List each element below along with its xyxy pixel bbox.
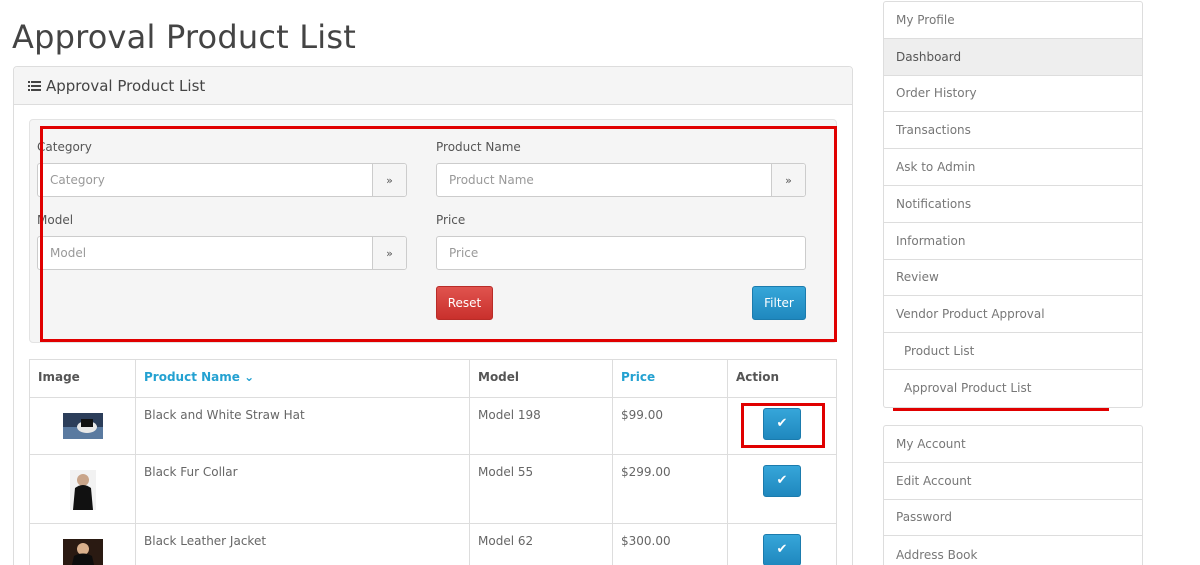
check-icon: ✔ [776,473,788,488]
hat-thumbnail[interactable] [62,413,103,439]
double-chevron-down-icon[interactable]: » [372,164,406,196]
approve-button[interactable]: ✔ [763,408,801,440]
product-model: Model 62 [469,523,613,565]
sidebar-item-review[interactable]: Review [884,260,1142,297]
category-placeholder: Category [50,173,105,187]
filter-button[interactable]: Filter [752,286,806,320]
sidebar-item-transactions[interactable]: Transactions [884,112,1142,150]
double-chevron-down-icon[interactable]: » [771,164,805,196]
product-name: Black Leather Jacket [135,523,470,565]
table-row: Black Leather Jacket Model 62 $300.00 ✔ [29,523,837,565]
sidebar-item-approval-product-list[interactable]: Approval Product List [884,370,1142,407]
price-placeholder: Price [449,246,479,260]
product-model: Model 198 [469,397,613,455]
product-price: $299.00 [612,454,728,524]
model-placeholder: Model [50,246,87,260]
leather-jacket-thumbnail[interactable] [62,539,103,565]
sidebar-item-information[interactable]: Information [884,223,1142,260]
fur-collar-thumbnail[interactable] [69,470,96,510]
product-model: Model 55 [469,454,613,524]
sidebar-item-password[interactable]: Password [884,500,1142,537]
model-select[interactable]: Model » [37,236,407,270]
product-name-placeholder: Product Name [449,173,534,187]
col-product-name-label[interactable]: Product Name [144,370,240,384]
approve-button[interactable]: ✔ [763,534,801,565]
action-cell: ✔ [727,454,837,524]
double-chevron-down-icon[interactable]: » [372,237,406,269]
sidebar-item-edit-account[interactable]: Edit Account [884,463,1142,500]
page-title: Approval Product List [12,18,356,56]
sidebar-item-order-history[interactable]: Order History [884,76,1142,113]
sidebar-item-dashboard[interactable]: Dashboard [884,38,1142,76]
filter-form: Category Category » Product Name Product… [29,119,837,343]
action-cell: ✔ [727,397,837,455]
price-label: Price [436,213,466,227]
check-icon: ✔ [776,416,788,431]
sidebar-item-notifications[interactable]: Notifications [884,186,1142,223]
approve-button[interactable]: ✔ [763,465,801,497]
model-label: Model [37,213,74,227]
vendor-sidebar: My Profile Dashboard Order History Trans… [883,1,1143,408]
product-price: $300.00 [612,523,728,565]
sidebar-item-product-list[interactable]: Product List [884,333,1142,370]
product-name-label: Product Name [436,140,521,154]
col-image: Image [29,359,136,398]
product-table: Image Product Name ⌄ Model Price Action [29,359,837,565]
action-cell: ✔ [727,523,837,565]
product-name-select[interactable]: Product Name » [436,163,806,197]
col-model: Model [469,359,613,398]
category-label: Category [37,140,92,154]
table-header-row: Image Product Name ⌄ Model Price Action [29,359,837,398]
approval-product-panel: Approval Product List Category Category … [13,66,853,565]
sidebar-item-my-account[interactable]: My Account [884,426,1142,463]
sidebar-item-address-book[interactable]: Address Book [884,536,1142,565]
sidebar-item-ask-to-admin[interactable]: Ask to Admin [884,149,1142,186]
sort-chevron-down-icon: ⌄ [244,370,255,384]
table-row: Black Fur Collar Model 55 $299.00 ✔ [29,454,837,524]
category-select[interactable]: Category » [37,163,407,197]
product-image-cell [29,397,136,455]
product-image-cell [29,454,136,524]
account-sidebar: My Account Edit Account Password Address… [883,425,1143,565]
col-price[interactable]: Price [612,359,728,398]
sidebar-item-my-profile[interactable]: My Profile [884,2,1142,39]
list-icon [28,80,41,91]
product-image-cell [29,523,136,565]
table-row: Black and White Straw Hat Model 198 $99.… [29,397,837,455]
check-icon: ✔ [776,542,788,557]
sidebar-item-vendor-product-approval[interactable]: Vendor Product Approval [884,296,1142,334]
price-input[interactable]: Price [436,236,806,270]
reset-button[interactable]: Reset [436,286,493,320]
col-product-name[interactable]: Product Name ⌄ [135,359,470,398]
product-name: Black and White Straw Hat [135,397,470,455]
col-action: Action [727,359,837,398]
product-name: Black Fur Collar [135,454,470,524]
panel-heading-title: Approval Product List [46,76,206,95]
product-price: $99.00 [612,397,728,455]
panel-heading: Approval Product List [14,67,852,105]
